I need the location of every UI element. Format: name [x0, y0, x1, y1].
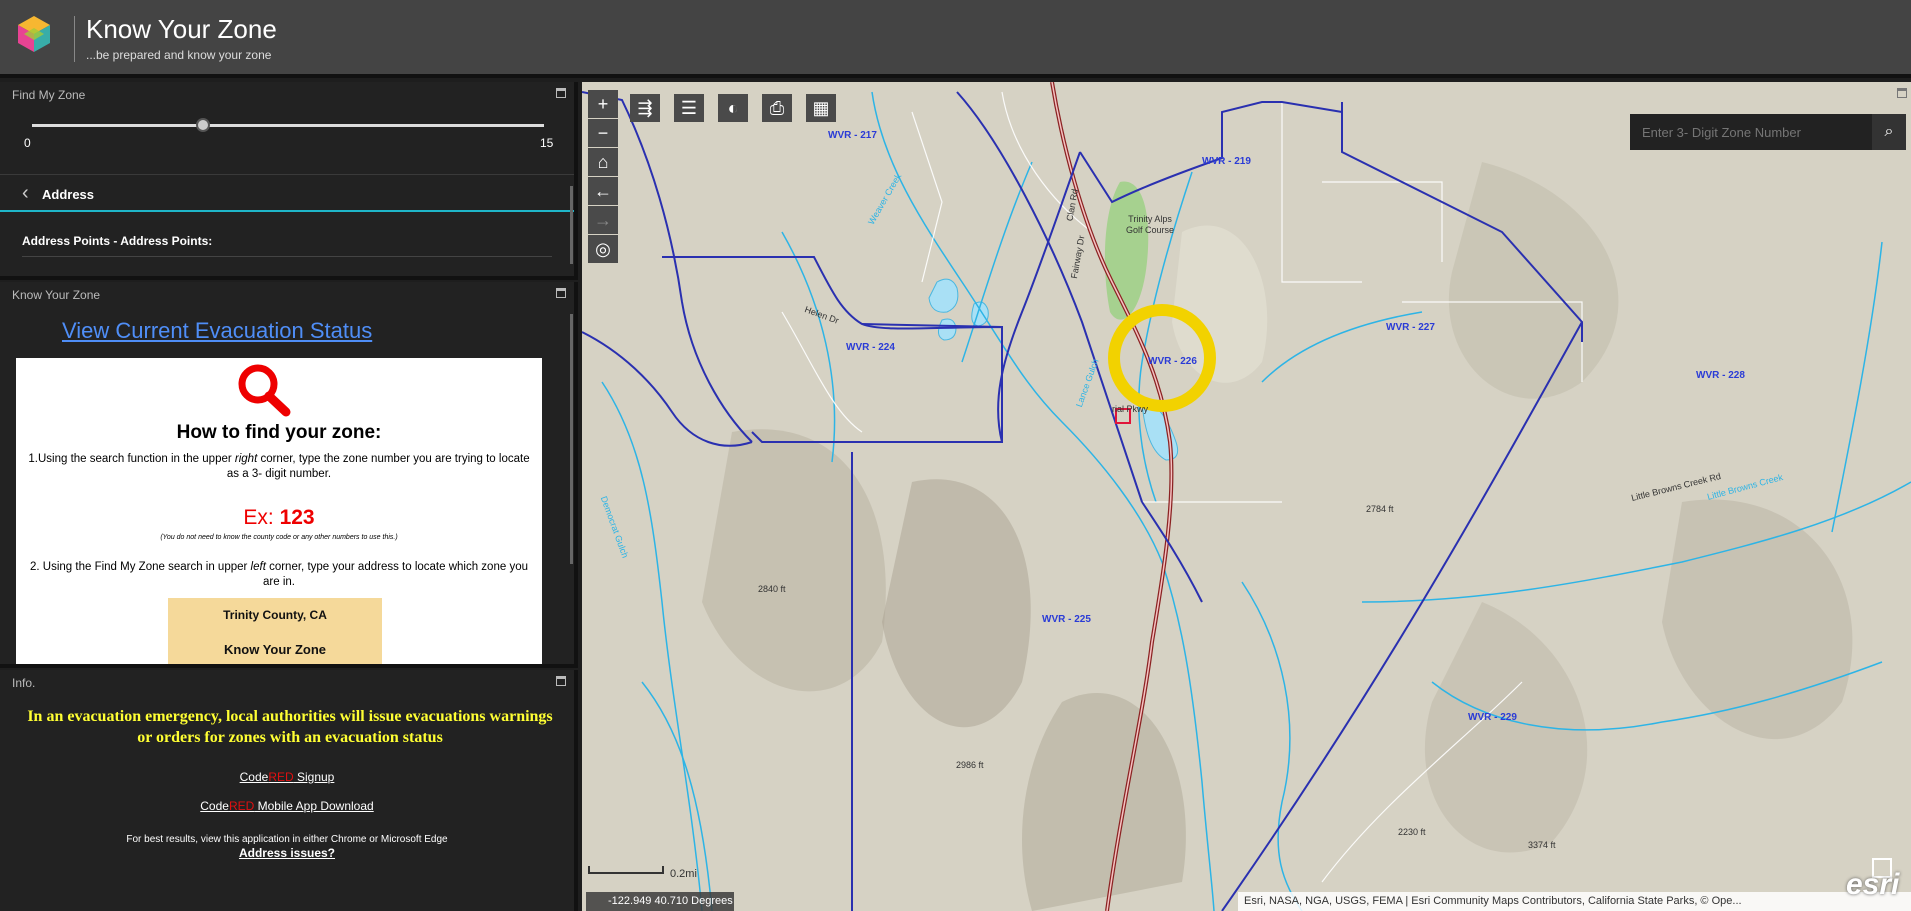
info-panel: Info. In an evacuation emergency, local …: [0, 670, 578, 911]
example-text: Ex: 123: [243, 506, 315, 529]
basemap-icon[interactable]: ◐: [718, 94, 748, 122]
zone-search-box[interactable]: [1630, 114, 1872, 150]
instructions-image: How to find your zone: 1.Using the searc…: [16, 358, 542, 664]
maximize-icon[interactable]: [556, 88, 566, 98]
map-view[interactable]: WVR - 217 WVR - 219 WVR - 224 WVR - 226 …: [582, 82, 1911, 911]
elevation-label: 2230 ft: [1398, 827, 1426, 837]
zone-label: WVR - 227: [1386, 322, 1435, 333]
zone-label: WVR - 228: [1696, 370, 1745, 381]
zone-label: WVR - 224: [846, 342, 895, 353]
example-note: (You do not need to know the county code…: [160, 534, 398, 541]
zoom-out-icon[interactable]: −: [588, 119, 618, 147]
address-issues-link[interactable]: Address issues?: [0, 846, 574, 860]
layers-icon[interactable]: ☰: [674, 94, 704, 122]
zone-label: WVR - 217: [828, 130, 877, 141]
street-label: rial Pkwy: [1112, 404, 1149, 414]
scale-label: 0.2mi: [670, 868, 697, 880]
back-icon[interactable]: ←: [588, 177, 618, 205]
panel-title: Info.: [12, 676, 36, 690]
address-label: Address: [42, 187, 95, 202]
zone-label: WVR - 229: [1468, 712, 1517, 723]
find-my-zone-panel: Find My Zone 0 15 ‹ Address Address Poin…: [0, 82, 578, 280]
zone-label: WVR - 219: [1202, 156, 1251, 167]
zone-label: WVR - 225: [1042, 614, 1091, 625]
search-icon[interactable]: ⌕: [1872, 114, 1906, 150]
home-icon[interactable]: ⌂: [588, 148, 618, 176]
codered-app-link[interactable]: CodeRED Mobile App Download: [0, 799, 574, 813]
app-logo-icon: [18, 16, 50, 52]
address-section-header[interactable]: ‹ Address: [0, 174, 574, 212]
zone-search-input[interactable]: [1630, 114, 1872, 150]
thumbnail-title: Trinity County, CA: [223, 608, 327, 622]
panel-title: Find My Zone: [12, 88, 86, 102]
coordinates-display: -122.949 40.710 Degrees: [586, 892, 734, 911]
elevation-label: 3374 ft: [1528, 840, 1556, 850]
scrollbar[interactable]: [570, 186, 573, 264]
zoom-in-icon[interactable]: +: [588, 90, 618, 118]
address-points-label: Address Points - Address Points:: [22, 234, 213, 248]
elevation-label: 2840 ft: [758, 584, 786, 594]
scale-bar: [588, 866, 664, 874]
share-icon[interactable]: ⇶: [630, 94, 660, 122]
elevation-label: 2986 ft: [956, 760, 984, 770]
panel-title: Know Your Zone: [12, 288, 101, 302]
app-title: Know Your Zone: [86, 14, 277, 44]
thumbnail-subtitle: Know Your Zone: [223, 642, 327, 657]
map-attribution: Esri, NASA, NGA, USGS, FEMA | Esri Commu…: [1238, 892, 1911, 911]
magnifier-icon: [238, 364, 291, 417]
step-2-text: 2. Using the Find My Zone search in uppe…: [30, 561, 528, 588]
buffer-slider-handle[interactable]: [195, 118, 210, 132]
instructions-heading: How to find your zone:: [176, 422, 382, 443]
step-1-text: 1.Using the search function in the upper…: [28, 453, 530, 480]
esri-logo: esri: [1846, 868, 1900, 901]
divider: [22, 256, 552, 257]
header-divider: [74, 16, 75, 62]
evacuation-warning-text: In an evacuation emergency, local author…: [27, 708, 553, 746]
browser-note: For best results, view this application …: [126, 834, 448, 845]
maximize-icon[interactable]: [556, 676, 566, 686]
print-icon[interactable]: ⎙: [762, 94, 792, 122]
grid-icon[interactable]: ▦: [806, 94, 836, 122]
elevation-label: 2784 ft: [1366, 504, 1394, 514]
locate-icon[interactable]: ◎: [588, 235, 618, 263]
codered-signup-link[interactable]: CodeRED Signup: [0, 770, 574, 784]
maximize-icon[interactable]: [1897, 88, 1907, 98]
app-subtitle: ...be prepared and know your zone: [86, 48, 272, 62]
zone-label: WVR - 226: [1148, 356, 1197, 367]
know-your-zone-panel: Know Your Zone View Current Evacuation S…: [0, 282, 578, 668]
buffer-slider-track[interactable]: [32, 124, 544, 127]
app-header: Know Your Zone ...be prepared and know y…: [0, 0, 1911, 78]
slider-min-label: 0: [24, 136, 31, 150]
forward-icon[interactable]: →: [588, 206, 618, 234]
evacuation-status-link[interactable]: View Current Evacuation Status: [62, 318, 372, 344]
golf-course-label: Trinity Alps Golf Course: [1125, 214, 1175, 235]
slider-max-label: 15: [540, 136, 554, 150]
scrollbar[interactable]: [570, 314, 573, 564]
zone-map-thumbnail: Trinity County, CA Know Your Zone: [168, 598, 382, 664]
maximize-icon[interactable]: [556, 288, 566, 298]
chevron-left-icon[interactable]: ‹: [22, 182, 29, 205]
